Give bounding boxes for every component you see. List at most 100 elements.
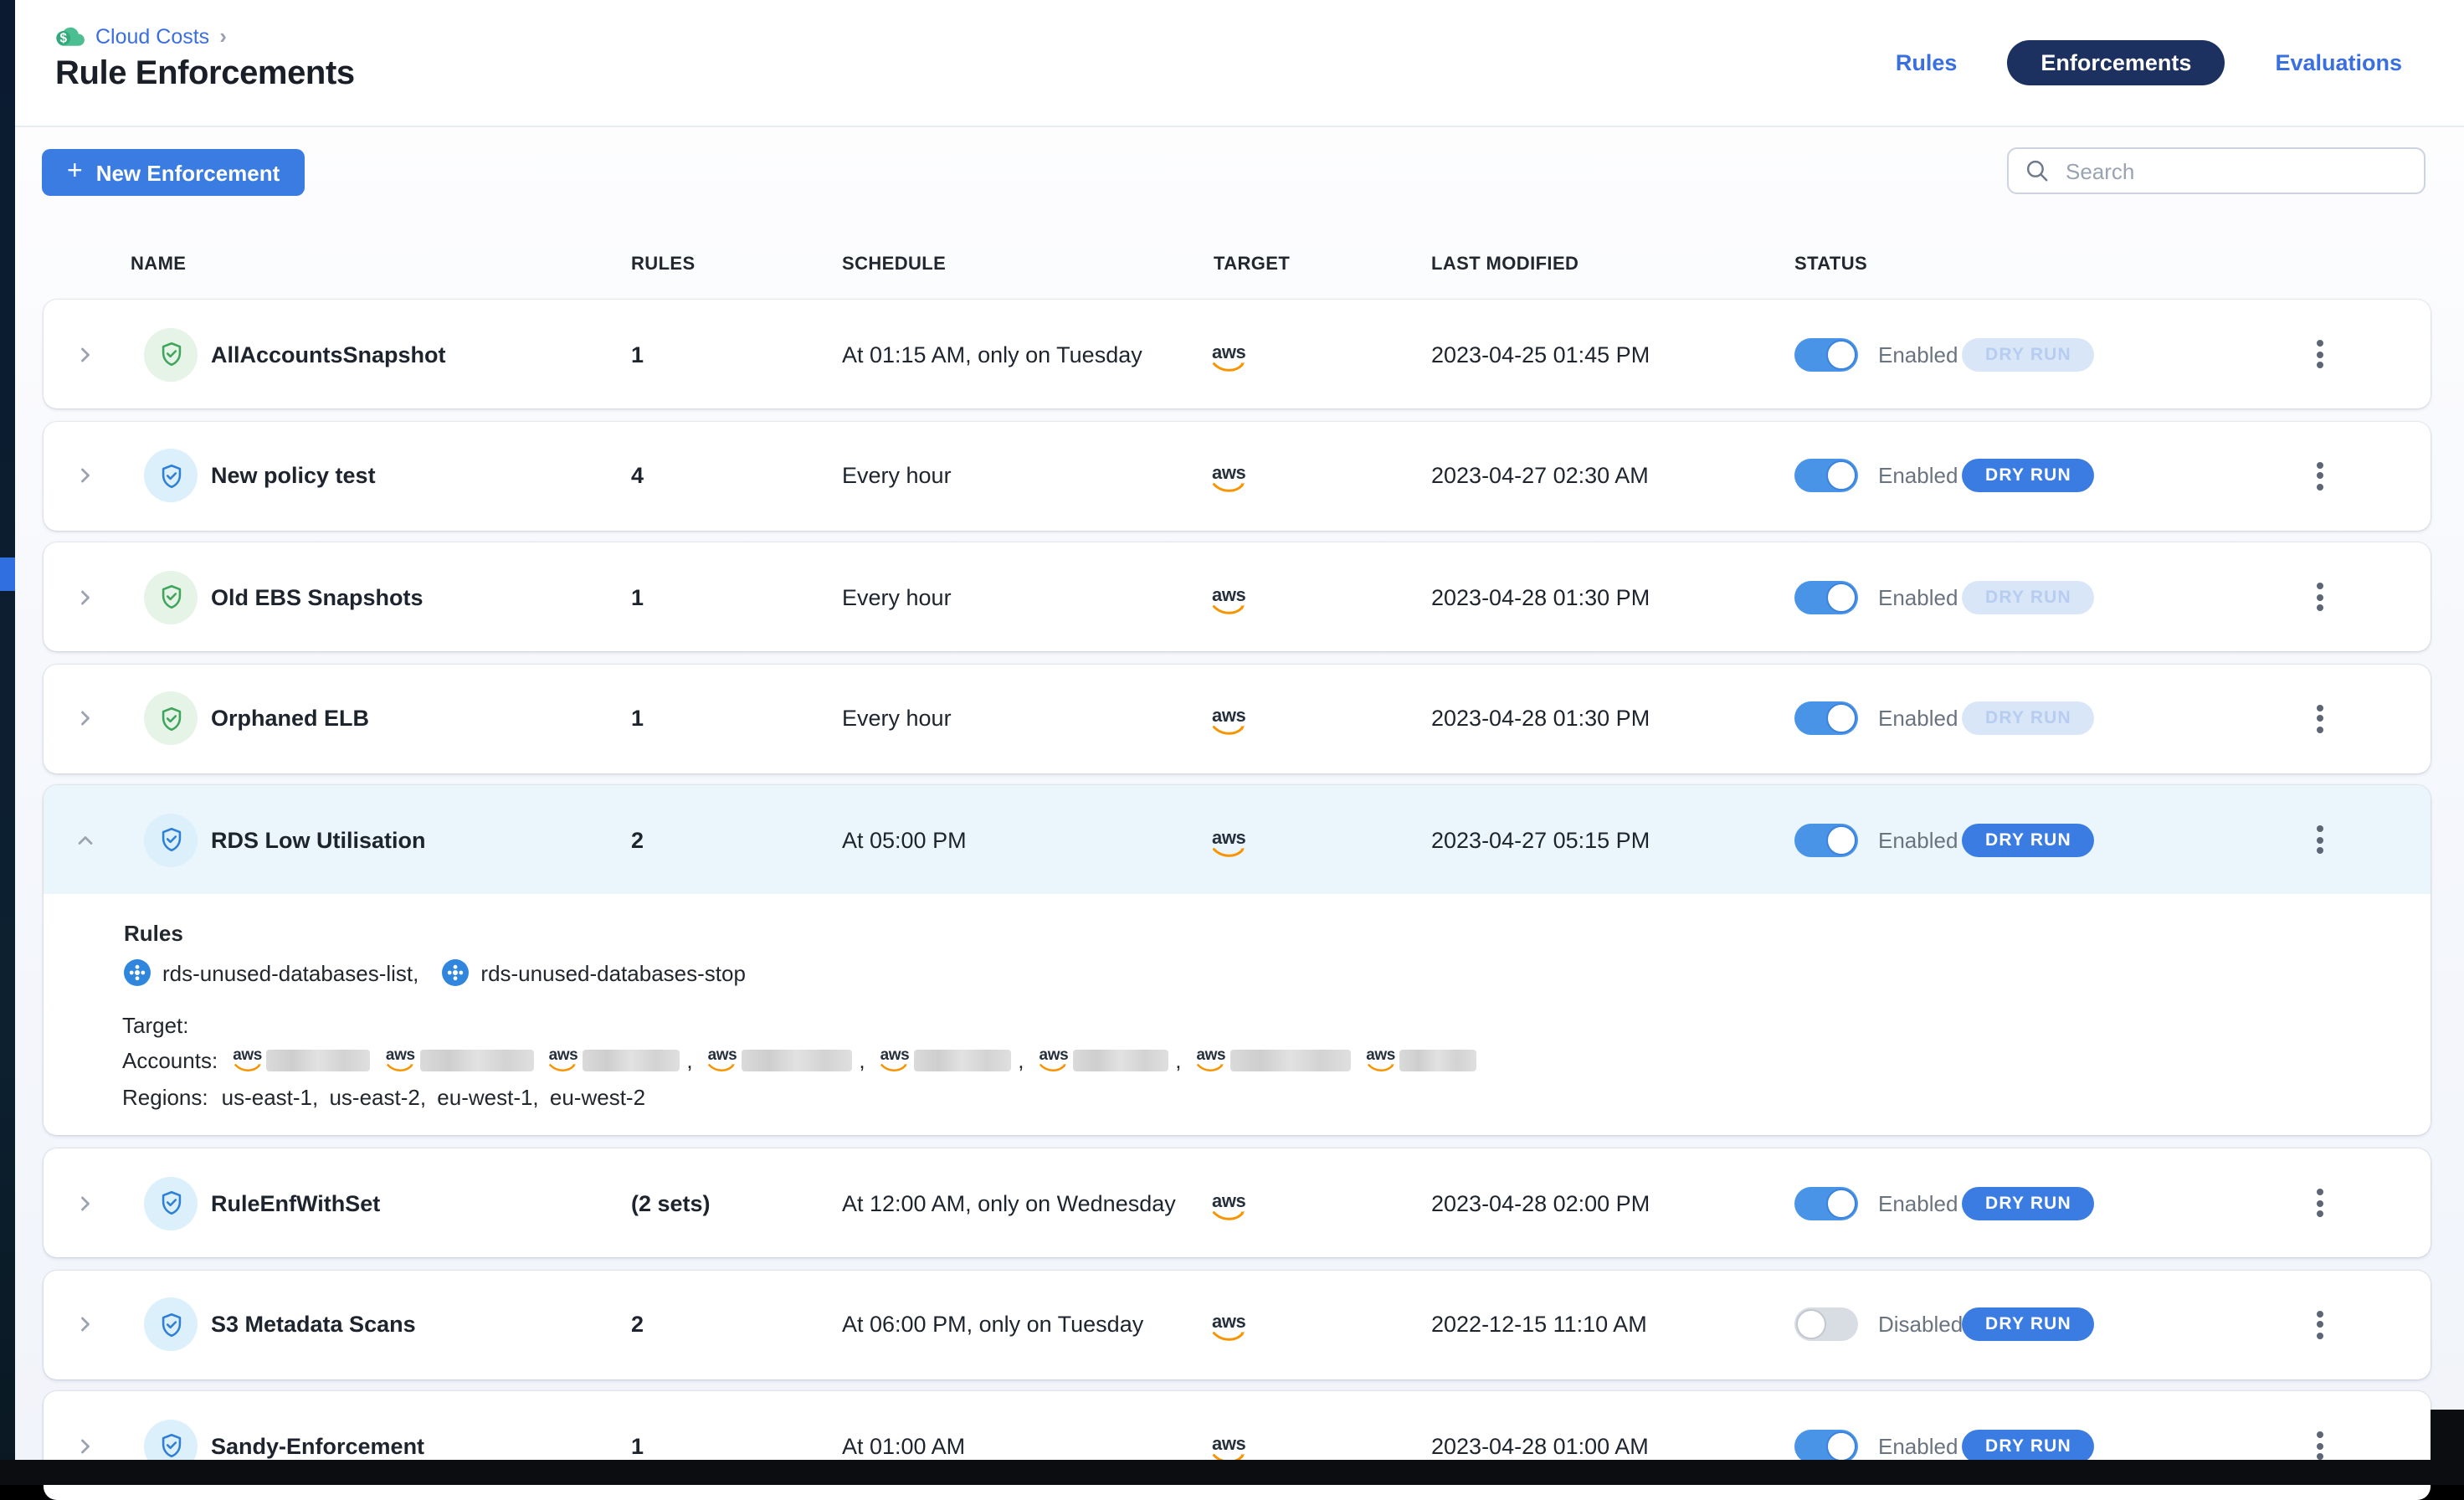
status-toggle-cell: [1794, 337, 1858, 371]
breadcrumb-link-cloud-costs[interactable]: Cloud Costs: [95, 24, 209, 48]
rule-chip[interactable]: rds-unused-databases-list,: [124, 959, 418, 986]
target-cell: aws: [1212, 821, 1245, 858]
row-menu-button[interactable]: [2307, 693, 2333, 743]
enforcement-row-summary[interactable]: Old EBS Snapshots1Every houraws2023-04-2…: [44, 542, 2431, 651]
row-menu-button[interactable]: [2307, 450, 2333, 501]
breadcrumb-chevron-icon: ›: [219, 23, 227, 49]
toggle-knob: [1826, 460, 1856, 491]
enforcement-name: New policy test: [211, 463, 376, 488]
page-header: $ Cloud Costs › Rule Enforcements Rules …: [15, 0, 2464, 127]
redacted-account-name: [420, 1050, 534, 1071]
rules-count: 1: [631, 584, 644, 609]
enforcement-row-summary[interactable]: AllAccountsSnapshot1At 01:15 AM, only on…: [44, 300, 2431, 408]
expand-row-button[interactable]: [74, 464, 97, 487]
enforcement-row[interactable]: Old EBS Snapshots1Every houraws2023-04-2…: [44, 542, 2431, 651]
page-title: Rule Enforcements: [55, 55, 355, 94]
tab-rules[interactable]: Rules: [1896, 50, 1958, 75]
column-header-last-modified: LAST MODIFIED: [1431, 254, 1578, 275]
aws-logo: aws: [1366, 1049, 1395, 1073]
dry-run-badge: DRY RUN: [1962, 823, 2095, 856]
rule-icon: [124, 959, 151, 986]
status-label: Enabled: [1878, 1433, 1958, 1458]
redacted-account: aws,: [708, 1048, 865, 1073]
screen-bottom-edge: [0, 1460, 2464, 1485]
aws-logo: aws: [880, 1049, 910, 1073]
enforcement-row-summary[interactable]: New policy test4Every houraws2023-04-27 …: [44, 421, 2431, 530]
expand-row-button[interactable]: [74, 706, 97, 730]
expand-row-button[interactable]: [74, 1434, 97, 1457]
target-cell: aws: [1212, 457, 1245, 494]
enforcement-row-summary[interactable]: Orphaned ELB1Every houraws2023-04-28 01:…: [44, 664, 2431, 773]
status-toggle[interactable]: [1794, 823, 1858, 856]
rule-chips: rds-unused-databases-list, rds-unused-dat…: [124, 959, 746, 986]
last-modified-text: 2023-04-27 05:15 PM: [1431, 827, 1650, 852]
enforcement-row-summary[interactable]: S3 Metadata Scans2At 06:00 PM, only on T…: [44, 1270, 2431, 1379]
status-label: Enabled: [1878, 706, 1958, 731]
schedule-text: At 01:00 AM: [842, 1433, 965, 1458]
enforcement-row[interactable]: New policy test4Every houraws2023-04-27 …: [44, 421, 2431, 530]
expand-row-button[interactable]: [74, 585, 97, 609]
expand-row-button[interactable]: [74, 342, 97, 366]
expand-row-button[interactable]: [74, 1191, 97, 1215]
aws-smile-arrow: [234, 1063, 261, 1073]
redacted-account: aws,: [880, 1048, 1024, 1073]
app-window: $ Cloud Costs › Rule Enforcements Rules …: [0, 0, 2464, 1485]
search-box[interactable]: [2007, 147, 2426, 194]
schedule-text: At 12:00 AM, only on Wednesday: [842, 1190, 1176, 1215]
toggle-knob: [1826, 339, 1856, 369]
enforcement-row[interactable]: S3 Metadata Scans2At 06:00 PM, only on T…: [44, 1270, 2431, 1379]
redacted-account: aws: [1366, 1049, 1477, 1073]
redacted-account: aws,: [549, 1048, 693, 1073]
comma: ,: [1175, 1048, 1181, 1073]
enforcement-shield-icon: [144, 449, 198, 502]
status-toggle-cell: [1794, 580, 1858, 614]
status-toggle[interactable]: [1794, 459, 1858, 492]
aws-logo-word: aws: [1212, 1314, 1245, 1333]
target-cell: aws: [1212, 1184, 1245, 1221]
status-toggle[interactable]: [1794, 701, 1858, 735]
new-enforcement-button[interactable]: + New Enforcement: [42, 149, 305, 196]
aws-logo: aws: [1212, 830, 1245, 858]
aws-logo: aws: [233, 1049, 262, 1073]
expand-row-button[interactable]: [74, 1312, 97, 1336]
schedule-text: At 05:00 PM: [842, 827, 967, 852]
enforcement-row[interactable]: AllAccountsSnapshot1At 01:15 AM, only on…: [44, 300, 2431, 408]
column-header-status: STATUS: [1794, 254, 1867, 275]
search-input[interactable]: [2062, 157, 2407, 185]
enforcement-row[interactable]: Orphaned ELB1Every houraws2023-04-28 01:…: [44, 664, 2431, 773]
aws-smile-arrow: [387, 1063, 413, 1073]
enforcement-shield-icon: [144, 813, 198, 866]
row-menu-button[interactable]: [2307, 329, 2333, 379]
enforcement-row-summary[interactable]: RuleEnfWithSet(2 sets)At 12:00 AM, only …: [44, 1148, 2431, 1257]
tab-enforcements[interactable]: Enforcements: [2007, 40, 2225, 85]
collapsed-sidebar: [0, 0, 15, 1485]
rule-chip[interactable]: rds-unused-databases-stop: [442, 959, 746, 986]
schedule-text: At 06:00 PM, only on Tuesday: [842, 1312, 1143, 1337]
row-menu-button[interactable]: [2307, 1299, 2333, 1349]
status-toggle[interactable]: [1794, 1307, 1858, 1341]
status-toggle-cell: [1794, 1307, 1858, 1341]
status-toggle[interactable]: [1794, 580, 1858, 614]
collapse-row-button[interactable]: [74, 828, 97, 851]
status-toggle[interactable]: [1794, 1186, 1858, 1220]
status-toggle[interactable]: [1794, 337, 1858, 371]
row-menu-button[interactable]: [2307, 814, 2333, 865]
enforcement-name: RuleEnfWithSet: [211, 1190, 380, 1215]
enforcement-row-summary[interactable]: RDS Low Utilisation2At 05:00 PMaws2023-0…: [44, 785, 2431, 894]
enforcement-shield-icon: [144, 327, 198, 381]
aws-logo: aws: [708, 1049, 737, 1073]
enforcement-name: RDS Low Utilisation: [211, 827, 426, 852]
row-menu-button[interactable]: [2307, 572, 2333, 622]
row-menu-button[interactable]: [2307, 1178, 2333, 1228]
toggle-knob: [1826, 1431, 1856, 1461]
enforcement-row[interactable]: RuleEnfWithSet(2 sets)At 12:00 AM, only …: [44, 1148, 2431, 1257]
enforcement-row[interactable]: RDS Low Utilisation2At 05:00 PMaws2023-0…: [44, 785, 2431, 1135]
status-label: Enabled: [1878, 584, 1958, 609]
dry-run-badge: DRY RUN: [1962, 580, 2095, 614]
last-modified-text: 2023-04-28 01:30 PM: [1431, 584, 1650, 609]
aws-smile-arrow: [1212, 361, 1245, 372]
enforcement-shield-icon: [144, 691, 198, 745]
status-toggle[interactable]: [1794, 1429, 1858, 1462]
tab-evaluations[interactable]: Evaluations: [2275, 50, 2402, 75]
rules-count: 1: [631, 1433, 644, 1458]
